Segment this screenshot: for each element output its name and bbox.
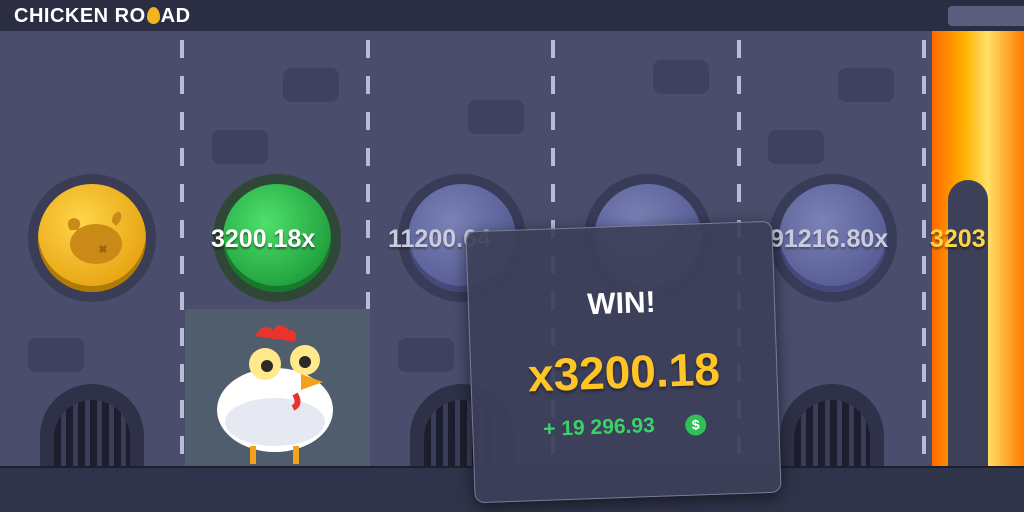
win-title: WIN!	[586, 285, 657, 322]
wall-brick	[838, 68, 894, 102]
lane-divider	[180, 40, 184, 465]
egg-icon	[146, 7, 160, 24]
win-dialog: WIN! x3200.18 + 19 296.93 $	[465, 220, 782, 504]
lane-multiplier: 91216.80x	[770, 225, 889, 253]
win-multiplier: x3200.18	[527, 342, 721, 402]
wall-brick	[28, 338, 84, 372]
chicken-character	[217, 325, 333, 464]
lane-multiplier: 3203	[930, 225, 986, 253]
wall-brick	[398, 338, 454, 372]
dollar-icon: $	[684, 414, 707, 436]
win-amount: + 19 296.93	[542, 413, 656, 441]
wall-brick	[768, 130, 824, 164]
game-logo: CHICKEN RO AD	[14, 5, 191, 27]
menu-button[interactable]	[948, 6, 1024, 26]
game-screen: CHICKEN RO AD 3200.18x 11200.64 91216.80x	[0, 0, 1024, 512]
sewer-grate	[40, 384, 144, 468]
wall-brick	[212, 130, 268, 164]
wall-brick	[468, 100, 524, 134]
sewer-grate	[780, 384, 884, 468]
roast-chicken-icon	[67, 212, 122, 264]
top-bar: CHICKEN RO AD	[0, 0, 1024, 31]
collected-coin	[28, 174, 156, 302]
lane-divider	[922, 40, 926, 465]
lane-multiplier: 3200.18x	[211, 225, 316, 253]
wall-brick	[653, 60, 709, 94]
furnace-opening	[948, 180, 988, 468]
wall-brick	[283, 68, 339, 102]
